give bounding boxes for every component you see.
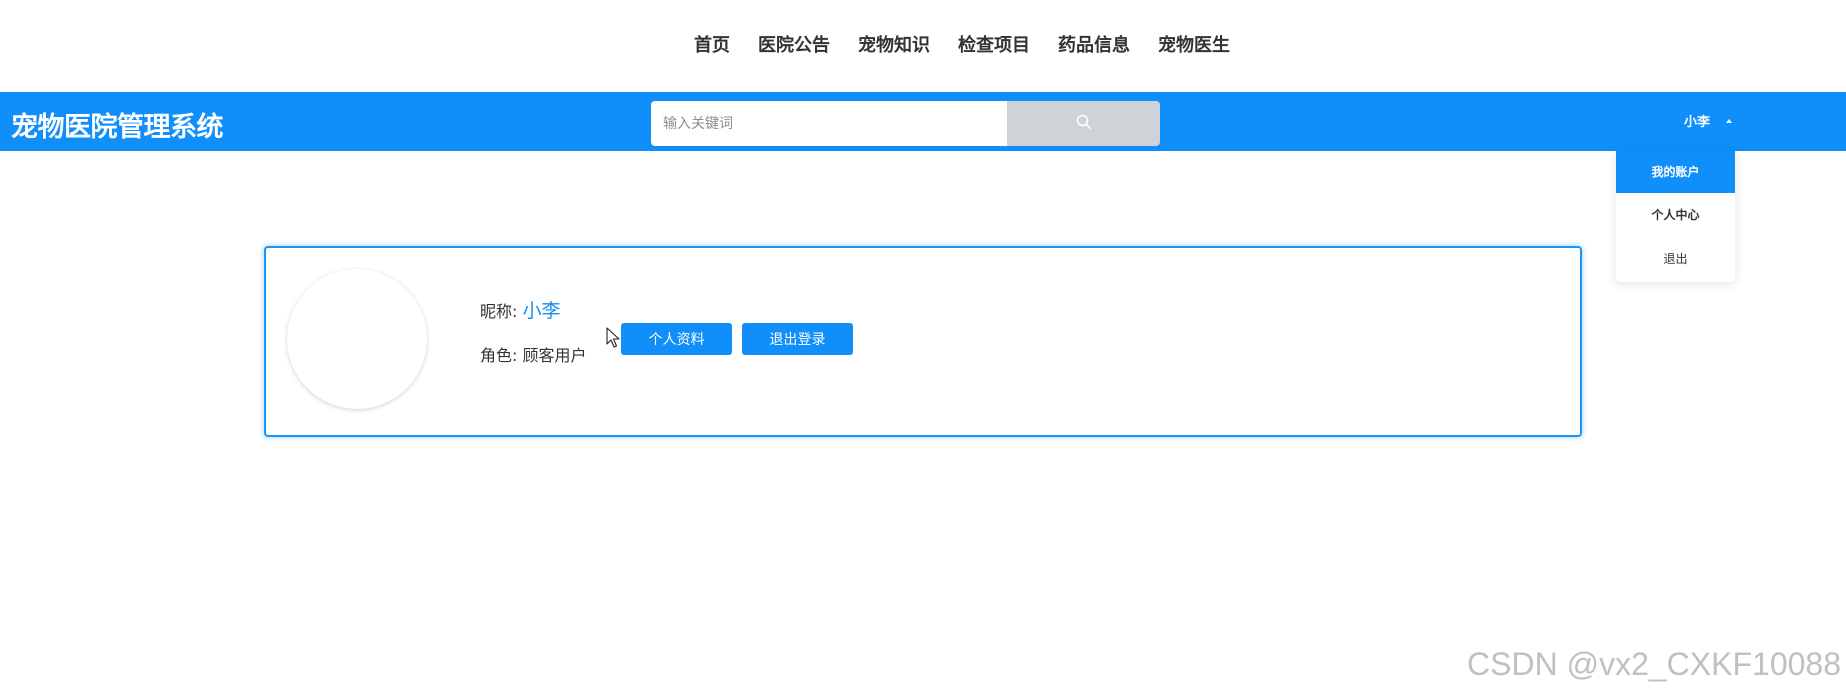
personal-profile-button[interactable]: 个人资料 [621,323,732,355]
logout-button[interactable]: 退出登录 [742,323,853,355]
watermark: CSDN @vx2_CXKF10088 [1467,646,1841,682]
nav-item-pet-doctors[interactable]: 宠物医生 [1158,31,1230,57]
nav-item-checkup-items[interactable]: 检查项目 [958,31,1030,57]
nickname-value: 小李 [522,300,561,322]
role-label: 角色: [480,346,523,365]
user-dropdown-menu: 我的账户 个人中心 退出 [1616,151,1735,282]
nav-item-home[interactable]: 首页 [694,31,730,57]
nickname-label: 昵称: [480,302,523,321]
site-title: 宠物医院管理系统 [11,112,224,143]
nickname-row: 昵称: 小李 [480,296,561,323]
dropdown-item-logout[interactable]: 退出 [1616,237,1735,281]
role-value: 顾客用户 [522,346,587,365]
avatar [287,269,427,409]
mouse-cursor-icon [606,327,620,349]
nav-item-pet-knowledge[interactable]: 宠物知识 [858,31,930,57]
caret-up-icon [1726,118,1733,123]
profile-card: 昵称: 小李 角色: 顾客用户 个人资料 退出登录 [264,246,1582,437]
search-icon [1076,114,1092,134]
dropdown-item-my-account[interactable]: 我的账户 [1616,151,1735,193]
user-name: 小李 [1684,115,1711,130]
search-input[interactable] [651,101,1007,146]
nav-item-announcements[interactable]: 医院公告 [758,31,830,57]
nav-item-medicine-info[interactable]: 药品信息 [1058,31,1130,57]
role-row: 角色: 顾客用户 [480,342,587,366]
dropdown-item-personal-center[interactable]: 个人中心 [1616,193,1735,237]
header-bar: 宠物医院管理系统 小李 [0,92,1846,151]
search-button[interactable] [1007,101,1160,146]
user-menu-trigger[interactable]: 小李 [1684,111,1733,130]
top-navigation: 首页 医院公告 宠物知识 检查项目 药品信息 宠物医生 [0,0,1846,92]
